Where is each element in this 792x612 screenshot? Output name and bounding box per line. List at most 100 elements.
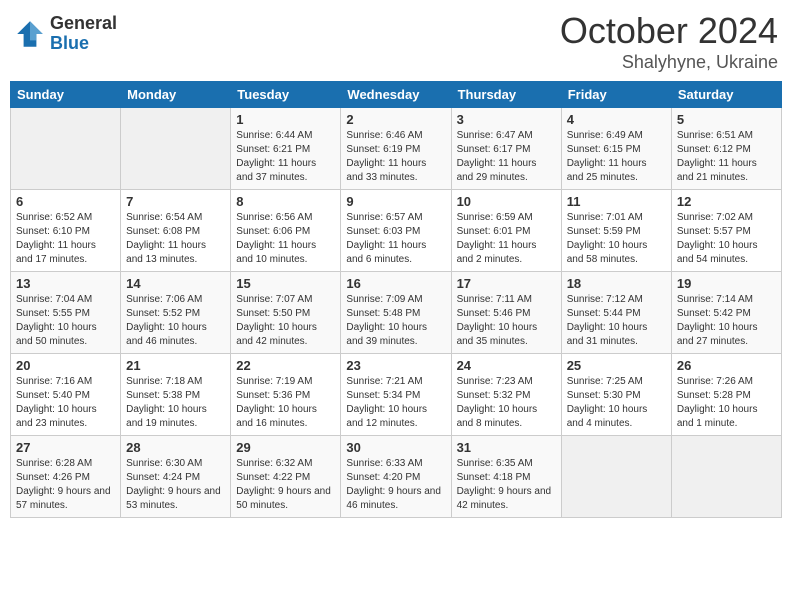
day-number: 30 — [346, 440, 445, 455]
calendar-cell: 4Sunrise: 6:49 AM Sunset: 6:15 PM Daylig… — [561, 108, 671, 190]
day-info: Sunrise: 6:49 AM Sunset: 6:15 PM Dayligh… — [567, 129, 666, 185]
logo-blue-text: Blue — [50, 34, 117, 54]
calendar-cell: 9 Sunrise: 6:57 AM Sunset: 6:03 PM Daylig… — [341, 190, 451, 272]
day-number: 19 — [677, 276, 776, 291]
day-number: 6 — [16, 194, 115, 209]
calendar-cell: 25 Sunrise: 7:25 AM Sunset: 5:30 PM Dayli… — [561, 354, 671, 436]
calendar-cell — [561, 436, 671, 518]
calendar-cell: 21 Sunrise: 7:18 AM Sunset: 5:38 PM Dayli… — [121, 354, 231, 436]
day-info: Sunrise: 6:47 AM Sunset: 6:17 PM Dayligh… — [457, 129, 556, 185]
day-number: 22 — [236, 358, 335, 373]
day-info: Sunrise: 7:02 AM Sunset: 5:57 PM Dayligh… — [677, 211, 776, 267]
day-number: 13 — [16, 276, 115, 291]
calendar-body: 1 Sunrise: 6:44 AM Sunset: 6:21 PM Daylig… — [11, 108, 782, 518]
day-of-week-header: Tuesday — [231, 82, 341, 108]
calendar-cell: 22 Sunrise: 7:19 AM Sunset: 5:36 PM Dayli… — [231, 354, 341, 436]
calendar-cell: 12 Sunrise: 7:02 AM Sunset: 5:57 PM Dayli… — [671, 190, 781, 272]
day-info: Sunrise: 6:44 AM Sunset: 6:21 PM Dayligh… — [236, 129, 335, 185]
day-info: Sunrise: 7:07 AM Sunset: 5:50 PM Dayligh… — [236, 293, 335, 349]
calendar-cell: 26 Sunrise: 7:26 AM Sunset: 5:28 PM Dayli… — [671, 354, 781, 436]
day-number: 5 — [677, 112, 776, 127]
day-number: 18 — [567, 276, 666, 291]
day-number: 24 — [457, 358, 556, 373]
day-number: 11 — [567, 194, 666, 209]
day-info: Sunrise: 6:28 AM Sunset: 4:26 PM Dayligh… — [16, 457, 115, 513]
calendar-cell: 20 Sunrise: 7:16 AM Sunset: 5:40 PM Dayli… — [11, 354, 121, 436]
day-info: Sunrise: 6:57 AM Sunset: 6:03 PM Dayligh… — [346, 211, 445, 267]
day-info: Sunrise: 7:19 AM Sunset: 5:36 PM Dayligh… — [236, 375, 335, 431]
day-number: 20 — [16, 358, 115, 373]
calendar-week-row: 20 Sunrise: 7:16 AM Sunset: 5:40 PM Dayli… — [11, 354, 782, 436]
day-number: 10 — [457, 194, 556, 209]
page-header: General Blue October 2024 Shalyhyne, Ukr… — [10, 10, 782, 73]
day-number: 1 — [236, 112, 335, 127]
day-info: Sunrise: 7:16 AM Sunset: 5:40 PM Dayligh… — [16, 375, 115, 431]
calendar-cell: 11Sunrise: 7:01 AM Sunset: 5:59 PM Dayli… — [561, 190, 671, 272]
day-info: Sunrise: 7:21 AM Sunset: 5:34 PM Dayligh… — [346, 375, 445, 431]
day-of-week-header: Monday — [121, 82, 231, 108]
day-info: Sunrise: 6:46 AM Sunset: 6:19 PM Dayligh… — [346, 129, 445, 185]
day-of-week-header: Wednesday — [341, 82, 451, 108]
day-of-week-header: Thursday — [451, 82, 561, 108]
calendar-cell: 24 Sunrise: 7:23 AM Sunset: 5:32 PM Dayli… — [451, 354, 561, 436]
day-info: Sunrise: 6:54 AM Sunset: 6:08 PM Dayligh… — [126, 211, 225, 267]
day-of-week-header: Sunday — [11, 82, 121, 108]
day-number: 17 — [457, 276, 556, 291]
calendar-header-row: SundayMondayTuesdayWednesdayThursdayFrid… — [11, 82, 782, 108]
day-info: Sunrise: 7:14 AM Sunset: 5:42 PM Dayligh… — [677, 293, 776, 349]
calendar-week-row: 6 Sunrise: 6:52 AM Sunset: 6:10 PM Daylig… — [11, 190, 782, 272]
calendar-cell: 3 Sunrise: 6:47 AM Sunset: 6:17 PM Daylig… — [451, 108, 561, 190]
day-info: Sunrise: 7:12 AM Sunset: 5:44 PM Dayligh… — [567, 293, 666, 349]
calendar-cell: 30Sunrise: 6:33 AM Sunset: 4:20 PM Dayli… — [341, 436, 451, 518]
calendar-cell: 8Sunrise: 6:56 AM Sunset: 6:06 PM Daylig… — [231, 190, 341, 272]
day-number: 26 — [677, 358, 776, 373]
day-of-week-header: Saturday — [671, 82, 781, 108]
month-title: October 2024 — [560, 10, 778, 52]
calendar-week-row: 1 Sunrise: 6:44 AM Sunset: 6:21 PM Daylig… — [11, 108, 782, 190]
day-info: Sunrise: 7:06 AM Sunset: 5:52 PM Dayligh… — [126, 293, 225, 349]
logo-text: General Blue — [50, 14, 117, 54]
day-info: Sunrise: 7:11 AM Sunset: 5:46 PM Dayligh… — [457, 293, 556, 349]
day-number: 12 — [677, 194, 776, 209]
calendar-cell: 27Sunrise: 6:28 AM Sunset: 4:26 PM Dayli… — [11, 436, 121, 518]
day-info: Sunrise: 6:59 AM Sunset: 6:01 PM Dayligh… — [457, 211, 556, 267]
calendar-cell: 23Sunrise: 7:21 AM Sunset: 5:34 PM Dayli… — [341, 354, 451, 436]
day-info: Sunrise: 7:04 AM Sunset: 5:55 PM Dayligh… — [16, 293, 115, 349]
calendar-cell — [121, 108, 231, 190]
day-info: Sunrise: 7:23 AM Sunset: 5:32 PM Dayligh… — [457, 375, 556, 431]
location-title: Shalyhyne, Ukraine — [560, 52, 778, 73]
calendar-cell: 1 Sunrise: 6:44 AM Sunset: 6:21 PM Daylig… — [231, 108, 341, 190]
day-number: 31 — [457, 440, 556, 455]
day-number: 3 — [457, 112, 556, 127]
day-number: 29 — [236, 440, 335, 455]
calendar-cell: 29Sunrise: 6:32 AM Sunset: 4:22 PM Dayli… — [231, 436, 341, 518]
calendar-table: SundayMondayTuesdayWednesdayThursdayFrid… — [10, 81, 782, 518]
day-info: Sunrise: 6:30 AM Sunset: 4:24 PM Dayligh… — [126, 457, 225, 513]
calendar-week-row: 27Sunrise: 6:28 AM Sunset: 4:26 PM Dayli… — [11, 436, 782, 518]
day-info: Sunrise: 6:35 AM Sunset: 4:18 PM Dayligh… — [457, 457, 556, 513]
calendar-cell: 2Sunrise: 6:46 AM Sunset: 6:19 PM Daylig… — [341, 108, 451, 190]
calendar-cell: 6 Sunrise: 6:52 AM Sunset: 6:10 PM Daylig… — [11, 190, 121, 272]
calendar-cell: 5Sunrise: 6:51 AM Sunset: 6:12 PM Daylig… — [671, 108, 781, 190]
day-number: 21 — [126, 358, 225, 373]
calendar-cell: 7 Sunrise: 6:54 AM Sunset: 6:08 PM Daylig… — [121, 190, 231, 272]
day-info: Sunrise: 7:26 AM Sunset: 5:28 PM Dayligh… — [677, 375, 776, 431]
day-number: 15 — [236, 276, 335, 291]
calendar-cell: 28Sunrise: 6:30 AM Sunset: 4:24 PM Dayli… — [121, 436, 231, 518]
calendar-cell: 15 Sunrise: 7:07 AM Sunset: 5:50 PM Dayli… — [231, 272, 341, 354]
calendar-cell — [11, 108, 121, 190]
day-number: 25 — [567, 358, 666, 373]
day-number: 9 — [346, 194, 445, 209]
calendar-cell: 17 Sunrise: 7:11 AM Sunset: 5:46 PM Dayli… — [451, 272, 561, 354]
day-number: 14 — [126, 276, 225, 291]
day-info: Sunrise: 7:25 AM Sunset: 5:30 PM Dayligh… — [567, 375, 666, 431]
calendar-cell: 14 Sunrise: 7:06 AM Sunset: 5:52 PM Dayli… — [121, 272, 231, 354]
day-info: Sunrise: 6:52 AM Sunset: 6:10 PM Dayligh… — [16, 211, 115, 267]
calendar-cell: 19 Sunrise: 7:14 AM Sunset: 5:42 PM Dayli… — [671, 272, 781, 354]
day-info: Sunrise: 7:09 AM Sunset: 5:48 PM Dayligh… — [346, 293, 445, 349]
logo-icon — [14, 18, 46, 50]
day-info: Sunrise: 6:56 AM Sunset: 6:06 PM Dayligh… — [236, 211, 335, 267]
day-info: Sunrise: 7:18 AM Sunset: 5:38 PM Dayligh… — [126, 375, 225, 431]
calendar-cell: 18 Sunrise: 7:12 AM Sunset: 5:44 PM Dayli… — [561, 272, 671, 354]
day-number: 7 — [126, 194, 225, 209]
